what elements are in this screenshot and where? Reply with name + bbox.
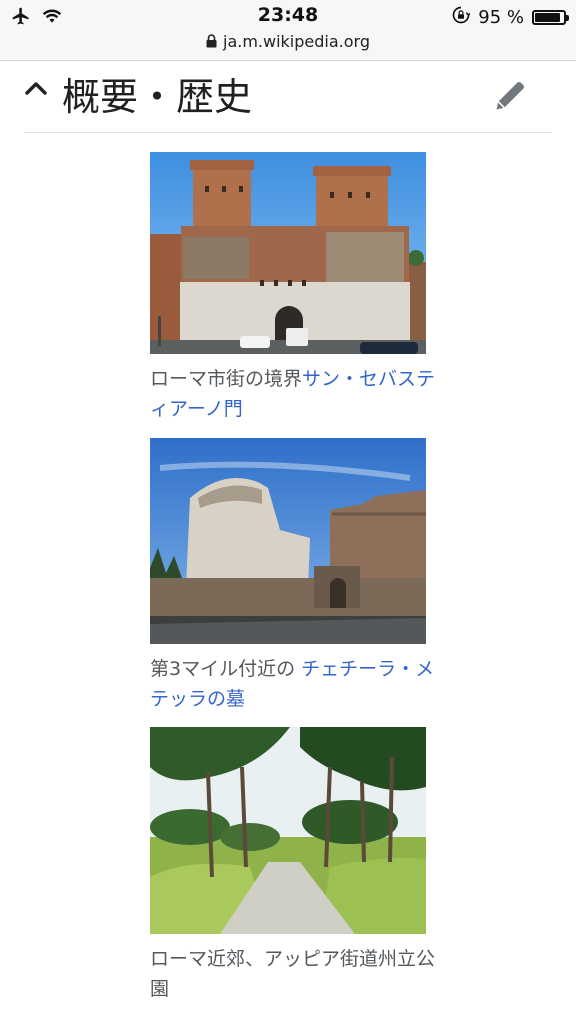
figure-porta-san-sebastiano: ローマ市街の境界サン・セバスティアーノ門 — [150, 152, 435, 424]
pencil-icon[interactable] — [492, 78, 528, 118]
figure-caption: ローマ市街の境界サン・セバスティアーノ門 — [150, 364, 440, 424]
battery-percent: 95 % — [478, 7, 524, 28]
photo-appia-antica-park[interactable] — [150, 727, 426, 934]
figure-caption: ローマ近郊、アッピア街道州立公園 — [150, 944, 440, 1004]
section-title: 概要・歴史 — [62, 75, 253, 119]
chevron-up-icon[interactable] — [24, 78, 48, 102]
url-text: ja.m.wikipedia.org — [223, 32, 370, 51]
figure-tomb-caecilia-metella: 第3マイル付近の チェチーラ・メテッラの墓 — [150, 438, 434, 714]
figure-appia-antica-park: ローマ近郊、アッピア街道州立公園 — [150, 727, 435, 1004]
status-bar: 23:48 95 % ja.m.wikipedia.org — [0, 0, 576, 61]
lock-icon — [206, 33, 217, 52]
caption-text: 第3マイル付近の — [150, 658, 302, 680]
section-header[interactable]: 概要・歴史 — [24, 62, 552, 133]
orientation-lock-icon — [452, 6, 472, 29]
caption-text: ローマ近郊、アッピア街道州立公園 — [150, 948, 436, 1000]
caption-text: ローマ市街の境界 — [150, 368, 303, 390]
photo-porta-san-sebastiano[interactable] — [150, 152, 426, 354]
figure-caption: 第3マイル付近の チェチーラ・メテッラの墓 — [150, 654, 440, 714]
battery-icon — [532, 10, 569, 25]
address-bar[interactable]: ja.m.wikipedia.org — [0, 32, 576, 52]
photo-tomb-caecilia-metella[interactable] — [150, 438, 426, 644]
